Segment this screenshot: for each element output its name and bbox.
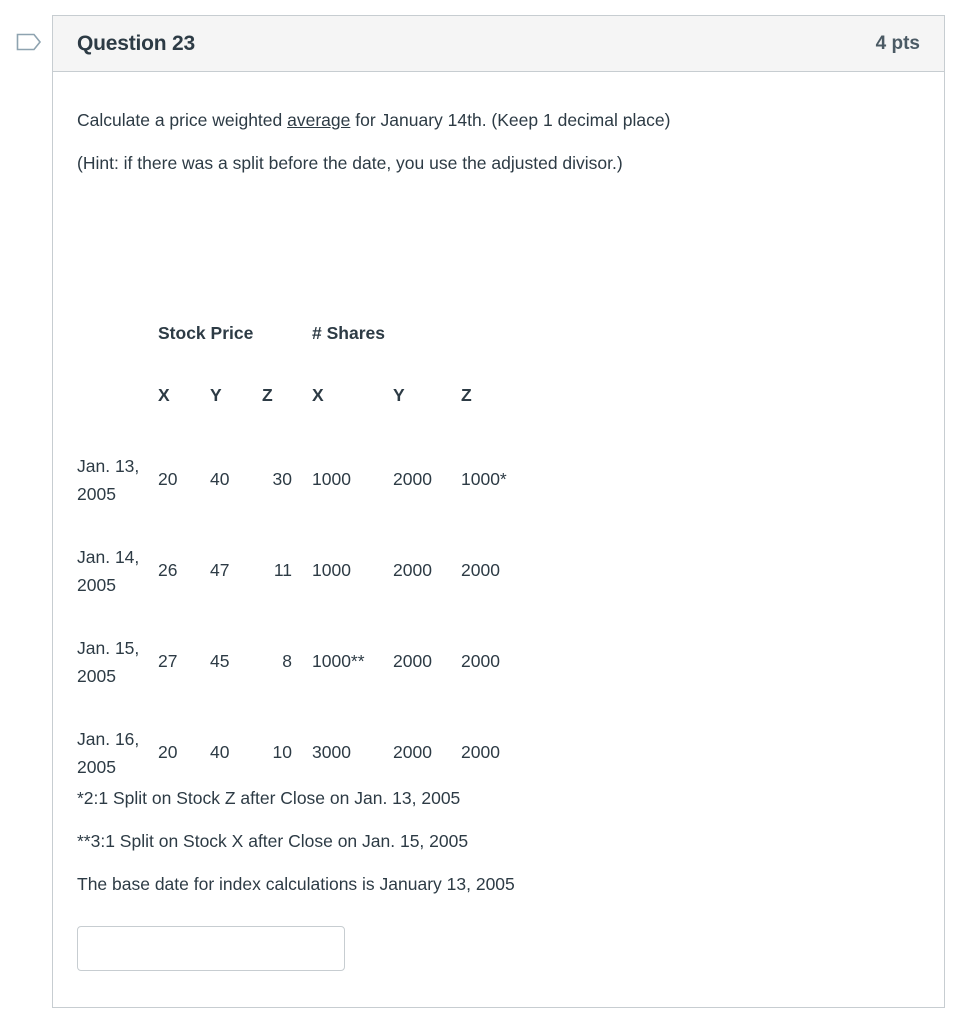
table-cell: 45: [210, 651, 230, 671]
date-line: Jan. 15,: [77, 637, 140, 658]
table-cell: 40: [210, 469, 230, 489]
table-cell: 2000: [393, 651, 432, 671]
table-cell: 20: [158, 469, 178, 489]
stock-price-header: Stock Price: [158, 322, 254, 343]
row-date: Jan. 14, 2005: [77, 525, 158, 616]
table-cell: 10: [272, 742, 292, 762]
table-cell: 2000: [393, 469, 432, 489]
table-group-header-row: Stock Price # Shares: [77, 310, 521, 356]
table-cell: 1000**: [312, 651, 365, 671]
column-header: Y: [210, 384, 222, 405]
row-date: Jan. 16, 2005: [77, 707, 158, 798]
table-cell: 2000: [393, 742, 432, 762]
table-cell: 27: [158, 651, 178, 671]
table-cell: 1000: [312, 469, 351, 489]
date-line: Jan. 13,: [77, 455, 140, 476]
table-cell: 3000: [312, 742, 351, 762]
table-row: Jan. 15, 2005 27 45 8 1000** 2000 2000: [77, 616, 521, 707]
prompt-underlined-word: average: [287, 110, 351, 130]
question-header: Question 23 4 pts: [53, 16, 944, 72]
table-cell: 8: [282, 651, 292, 671]
table-cell: 2000: [393, 560, 432, 580]
table-cell: 2000: [461, 560, 500, 580]
table-cell: 26: [158, 560, 178, 580]
question-prompt: Calculate a price weighted average for J…: [77, 110, 670, 131]
footnote-split-x: **3:1 Split on Stock X after Close on Ja…: [77, 831, 469, 851]
answer-input[interactable]: [77, 926, 345, 971]
question-points: 4 pts: [875, 32, 920, 54]
table-cell: 1000*: [461, 469, 507, 489]
shares-header: # Shares: [312, 322, 385, 343]
table-cell: 30: [272, 469, 292, 489]
stock-data-table: Stock Price # Shares X Y Z X Y Z Jan. 13…: [77, 310, 521, 798]
table-row: Jan. 16, 2005 20 40 10 3000 2000 2000: [77, 707, 521, 798]
table-cell: 1000: [312, 560, 351, 580]
table-row: Jan. 13, 2005 20 40 30 1000 2000 1000*: [77, 434, 521, 525]
date-line: Jan. 16,: [77, 728, 140, 749]
table-cell: 11: [273, 560, 292, 580]
table-column-header-row: X Y Z X Y Z: [77, 356, 521, 434]
table-cell: 2000: [461, 742, 500, 762]
table-cell: 2000: [461, 651, 500, 671]
column-header: Z: [461, 384, 472, 405]
row-date: Jan. 15, 2005: [77, 616, 158, 707]
footnote-split-z: *2:1 Split on Stock Z after Close on Jan…: [77, 788, 461, 808]
table-cell: 47: [210, 560, 230, 580]
bookmark-flag-icon[interactable]: [16, 33, 42, 51]
date-line: 2005: [77, 756, 116, 777]
question-card: Question 23 4 pts Calculate a price weig…: [52, 15, 945, 1008]
column-header: Z: [262, 384, 273, 405]
table-row: Jan. 14, 2005 26 47 11 1000 2000 2000: [77, 525, 521, 616]
row-date: Jan. 13, 2005: [77, 434, 158, 525]
prompt-text-end: for January 14th. (Keep 1 decimal place): [350, 110, 671, 130]
column-header: X: [312, 384, 324, 405]
table-cell: 20: [158, 742, 178, 762]
date-line: Jan. 14,: [77, 546, 140, 567]
prompt-text: Calculate a price weighted: [77, 110, 288, 130]
question-hint: (Hint: if there was a split before the d…: [77, 153, 623, 173]
date-line: 2005: [77, 665, 116, 686]
table-cell: 40: [210, 742, 230, 762]
column-header: Y: [393, 384, 405, 405]
date-line: 2005: [77, 574, 116, 595]
question-title: Question 23: [77, 31, 195, 55]
column-header: X: [158, 384, 170, 405]
date-line: 2005: [77, 483, 116, 504]
base-date-note: The base date for index calculations is …: [77, 874, 515, 894]
